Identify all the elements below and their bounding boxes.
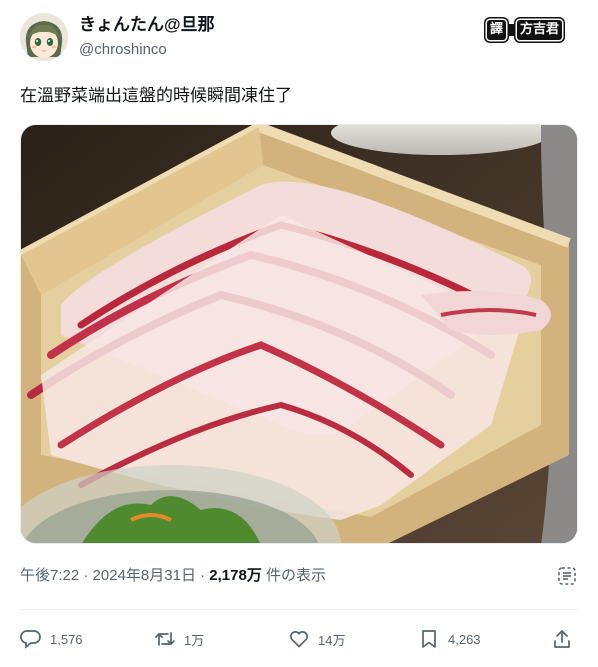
watermark-left-text: 譯: [487, 20, 507, 40]
share-icon: [554, 630, 570, 648]
views-label: 件の表示: [261, 567, 327, 584]
tweet-meta: 午後7:22 · 2024年8月31日 · 2,178万 件の表示: [20, 566, 326, 586]
bookmark-button[interactable]: 4,263: [418, 622, 481, 656]
reply-button[interactable]: 1,576: [20, 622, 83, 656]
retweet-count: 1万: [184, 632, 205, 648]
watermark-dot: [508, 24, 516, 36]
translator-watermark: 譯 方吉君: [487, 18, 563, 42]
sliced-pork-photo: [21, 125, 577, 543]
action-bar: 1,576 1万 14万 4,263: [20, 622, 578, 656]
heart-icon: [289, 631, 309, 648]
user-handle[interactable]: @chroshinco: [79, 40, 167, 60]
avatar-image: [20, 13, 68, 61]
avatar[interactable]: [20, 13, 68, 61]
retweet-button[interactable]: 1万: [154, 622, 204, 656]
display-name[interactable]: きょんたん@旦那: [79, 14, 215, 36]
tweet-time[interactable]: 午後7:22: [20, 567, 79, 584]
like-button[interactable]: 14万: [288, 622, 345, 656]
share-button[interactable]: [551, 622, 573, 656]
analytics-icon[interactable]: [556, 565, 578, 587]
bookmark-icon: [422, 630, 436, 648]
reply-icon: [20, 630, 41, 649]
watermark-right-text: 方吉君: [517, 20, 563, 40]
reply-count: 1,576: [50, 631, 83, 647]
bookmark-count: 4,263: [448, 631, 481, 647]
tweet-date[interactable]: 2024年8月31日: [93, 567, 196, 584]
retweet-icon: [155, 632, 175, 646]
meta-separator: ·: [79, 567, 93, 584]
views-count: 2,178万: [209, 567, 262, 584]
meta-separator-2: ·: [195, 567, 210, 584]
divider: [20, 609, 578, 610]
tweet-text: 在溫野菜端出這盤的時候瞬間凍住了: [20, 86, 292, 105]
like-count: 14万: [318, 632, 346, 648]
tweet-photo[interactable]: [20, 124, 578, 544]
